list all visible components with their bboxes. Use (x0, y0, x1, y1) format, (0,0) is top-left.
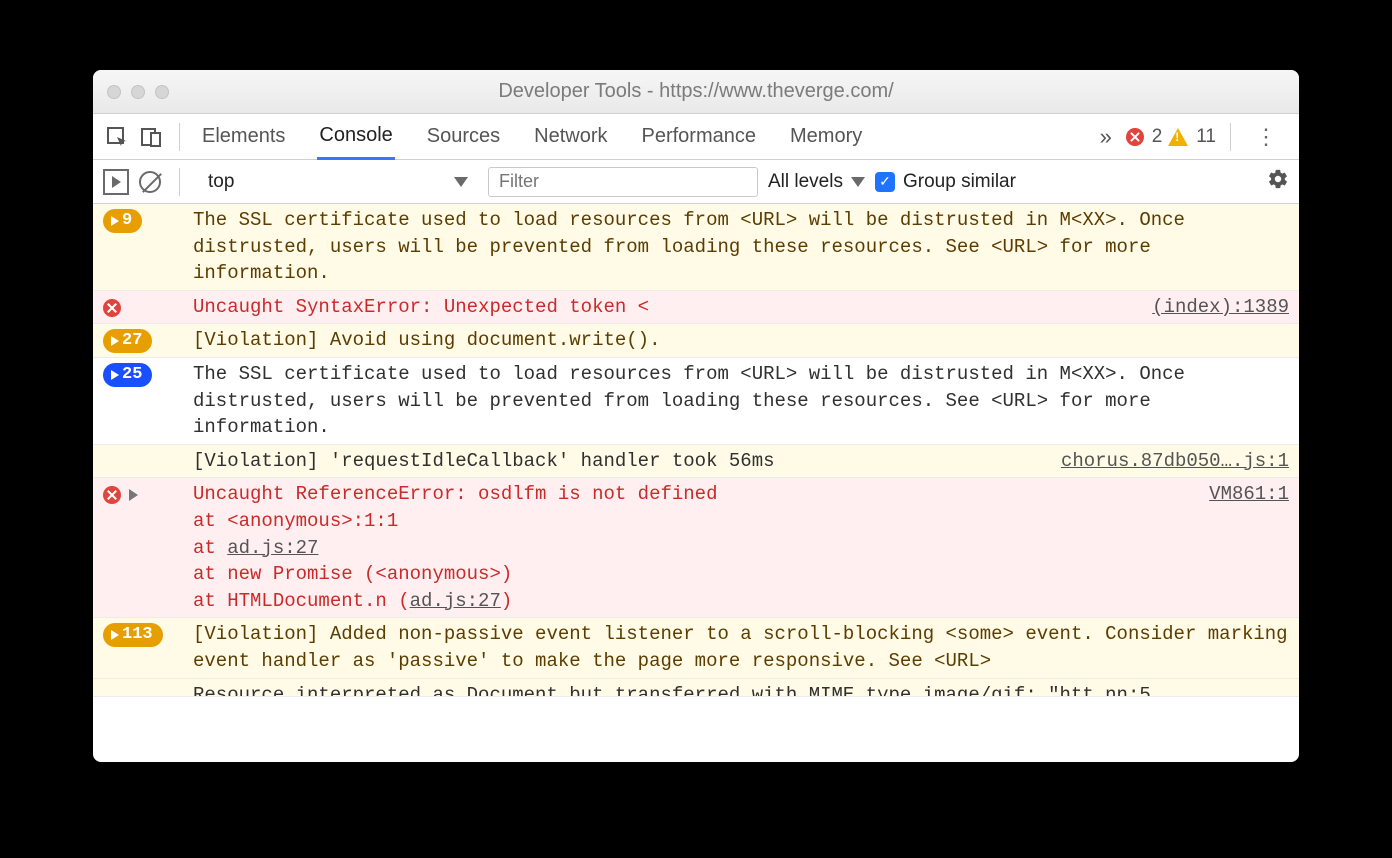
expand-icon (111, 336, 119, 346)
tab-elements[interactable]: Elements (200, 115, 287, 158)
group-similar-label: Group similar (903, 171, 1016, 193)
close-window-button[interactable] (107, 85, 121, 99)
message-text: [Violation] Added non-passive event list… (193, 621, 1289, 674)
message-gutter (103, 448, 193, 475)
group-count: 25 (122, 363, 142, 387)
expand-icon[interactable] (129, 489, 138, 501)
message-text: Uncaught ReferenceError: osdlfm is not d… (193, 481, 1193, 508)
panel-tabs: Elements Console Sources Network Perform… (194, 114, 864, 159)
toggle-console-sidebar-button[interactable] (103, 169, 129, 195)
chevron-down-icon (851, 177, 865, 187)
source-link[interactable]: (index):1389 (1152, 294, 1289, 321)
devtools-window: Developer Tools - https://www.theverge.c… (93, 70, 1299, 762)
console-message[interactable]: 113 [Violation] Added non-passive event l… (93, 618, 1299, 678)
separator (179, 168, 180, 196)
checkbox-checked-icon: ✓ (875, 172, 895, 192)
separator (179, 123, 180, 151)
separator (1230, 123, 1231, 151)
message-text: Uncaught SyntaxError: Unexpected token < (193, 294, 1136, 321)
device-toolbar-icon[interactable] (137, 123, 165, 151)
error-icon (103, 486, 121, 504)
error-icon (103, 299, 121, 317)
error-count: 2 (1152, 126, 1163, 148)
group-count-pill[interactable]: 113 (103, 623, 163, 647)
status-warnings[interactable]: 11 (1168, 126, 1216, 148)
group-count: 113 (122, 623, 153, 647)
traffic-lights (93, 85, 169, 99)
group-count: 9 (122, 209, 132, 233)
message-text: The SSL certificate used to load resourc… (193, 361, 1289, 441)
warning-count: 11 (1196, 126, 1216, 148)
execution-context-select[interactable]: top (198, 167, 478, 197)
stack-frame: at <anonymous>:1:1 (193, 508, 1289, 535)
group-count: 27 (122, 329, 142, 353)
main-tabbar: Elements Console Sources Network Perform… (93, 114, 1299, 160)
console-message[interactable]: Uncaught ReferenceError: osdlfm is not d… (93, 478, 1299, 618)
minimize-window-button[interactable] (131, 85, 145, 99)
expand-icon (111, 630, 119, 640)
window-title: Developer Tools - https://www.theverge.c… (93, 80, 1299, 103)
message-text: [Violation] 'requestIdleCallback' handle… (193, 448, 1045, 475)
message-gutter (103, 682, 193, 693)
message-text: Resource interpreted as Document but tra… (193, 682, 1289, 697)
titlebar: Developer Tools - https://www.theverge.c… (93, 70, 1299, 114)
source-link[interactable]: chorus.87db050….js:1 (1061, 448, 1289, 475)
console-settings-button[interactable] (1267, 168, 1289, 196)
warning-icon (1168, 128, 1188, 146)
filter-input[interactable] (488, 167, 758, 197)
tab-memory[interactable]: Memory (788, 115, 864, 158)
status-errors[interactable]: 2 (1126, 126, 1163, 148)
message-text: The SSL certificate used to load resourc… (193, 207, 1289, 287)
tab-sources[interactable]: Sources (425, 115, 502, 158)
execution-context-value: top (208, 171, 234, 193)
message-gutter (103, 481, 193, 614)
error-icon (1126, 128, 1144, 146)
group-count-pill[interactable]: 25 (103, 363, 152, 387)
console-message[interactable]: [Violation] 'requestIdleCallback' handle… (93, 445, 1299, 479)
console-message[interactable]: 9 The SSL certificate used to load resour… (93, 204, 1299, 291)
tab-performance[interactable]: Performance (640, 115, 759, 158)
clear-console-button[interactable] (139, 171, 161, 193)
message-text: [Violation] Avoid using document.write()… (193, 327, 1289, 354)
console-toolbar: top All levels ✓ Group similar (93, 160, 1299, 204)
expand-icon (111, 370, 119, 380)
console-message[interactable]: Uncaught SyntaxError: Unexpected token <… (93, 291, 1299, 325)
expand-icon (111, 216, 119, 226)
console-message[interactable]: 27 [Violation] Avoid using document.write… (93, 324, 1299, 358)
source-link[interactable]: VM861:1 (1209, 481, 1289, 508)
inspect-element-icon[interactable] (103, 123, 131, 151)
message-gutter: 113 (103, 621, 193, 674)
message-gutter: 9 (103, 207, 193, 287)
stack-frame: at ad.js:27 (193, 535, 1289, 562)
chevron-down-icon (454, 177, 468, 187)
tab-network[interactable]: Network (532, 115, 609, 158)
message-gutter: 25 (103, 361, 193, 441)
group-count-pill[interactable]: 9 (103, 209, 142, 233)
group-count-pill[interactable]: 27 (103, 329, 152, 353)
message-gutter (103, 294, 193, 321)
group-similar-toggle[interactable]: ✓ Group similar (875, 171, 1016, 193)
tabs-overflow-button[interactable]: » (1092, 123, 1120, 151)
message-gutter: 27 (103, 327, 193, 354)
console-message[interactable]: Resource interpreted as Document but tra… (93, 679, 1299, 697)
stack-source-link[interactable]: ad.js:27 (227, 537, 318, 559)
console-message[interactable]: 25 The SSL certificate used to load resou… (93, 358, 1299, 445)
log-levels-label: All levels (768, 171, 843, 193)
tab-console[interactable]: Console (317, 114, 394, 160)
log-levels-select[interactable]: All levels (768, 171, 865, 193)
stack-frame: at new Promise (<anonymous>) (193, 561, 1289, 588)
zoom-window-button[interactable] (155, 85, 169, 99)
console-log[interactable]: 9 The SSL certificate used to load resour… (93, 204, 1299, 762)
more-options-button[interactable]: ⋮ (1245, 124, 1289, 150)
stack-source-link[interactable]: ad.js:27 (410, 590, 501, 612)
stack-frame: at HTMLDocument.n (ad.js:27) (193, 588, 1289, 615)
